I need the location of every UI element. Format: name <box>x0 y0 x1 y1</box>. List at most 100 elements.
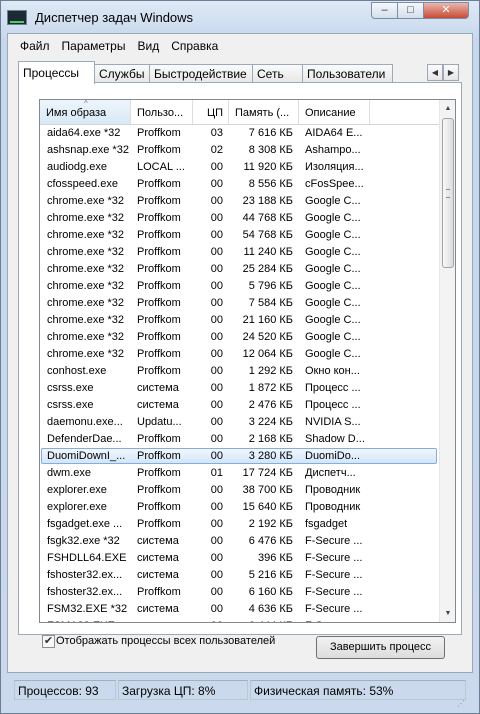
list-header: ^ Имя образа Пользо... ЦП Память (... Оп… <box>40 100 439 125</box>
column-cpu[interactable]: ЦП <box>193 100 229 124</box>
process-user: Proffkom <box>137 365 181 377</box>
process-cpu: 00 <box>210 518 223 530</box>
process-memory: 24 520 КБ <box>242 331 293 343</box>
tab-strip: Процессы Службы Быстродействие Сеть Поль… <box>18 61 468 84</box>
process-user: Proffkom <box>137 450 181 462</box>
table-row[interactable]: conhost.exe Proffkom 00 1 292 КБ Окно кон... <box>40 363 439 380</box>
process-cpu: 00 <box>210 365 223 377</box>
table-row[interactable]: chrome.exe *32 Proffkom 00 44 768 КБ Google … <box>40 210 439 227</box>
tab-services[interactable]: Службы <box>94 64 150 83</box>
table-row[interactable]: chrome.exe *32 Proffkom 00 23 188 КБ Google … <box>40 193 439 210</box>
process-cpu: 00 <box>210 603 223 615</box>
table-row[interactable]: fshoster32.ex... система 00 5 216 КБ F-Secur… <box>40 567 439 584</box>
table-row[interactable]: chrome.exe *32 Proffkom 00 24 520 КБ Google … <box>40 329 439 346</box>
resize-grip-icon[interactable]: ⋰ <box>457 699 471 709</box>
process-cpu: 00 <box>210 450 223 462</box>
table-row[interactable]: chrome.exe *32 Proffkom 00 21 160 КБ Google … <box>40 312 439 329</box>
process-description: Google C... <box>305 246 361 258</box>
scroll-up-icon[interactable]: ▲ <box>440 100 455 117</box>
process-description: Google C... <box>305 280 361 292</box>
show-all-users-checkbox[interactable]: ✔ <box>42 635 55 648</box>
process-cpu: 02 <box>210 144 223 156</box>
process-description: NVIDIA S... <box>305 416 361 428</box>
process-memory: 44 768 КБ <box>242 212 293 224</box>
menu-view[interactable]: Вид <box>131 37 165 53</box>
process-memory: 11 920 КБ <box>243 161 293 173</box>
table-row[interactable]: chrome.exe *32 Proffkom 00 7 584 КБ Google C… <box>40 295 439 312</box>
column-description[interactable]: Описание <box>299 100 370 124</box>
process-name: chrome.exe *32 <box>47 246 125 258</box>
process-cpu: 00 <box>210 229 223 241</box>
table-row[interactable]: audiodg.exe LOCAL ... 00 11 920 КБ Изоляция.… <box>40 159 439 176</box>
process-cpu: 00 <box>210 382 223 394</box>
table-row[interactable]: aida64.exe *32 Proffkom 03 7 616 КБ AIDA64 E… <box>40 125 439 142</box>
table-row[interactable]: csrss.exe система 00 2 476 КБ Процесс ... <box>40 397 439 414</box>
process-user: система <box>137 552 179 564</box>
minimize-button[interactable]: – <box>371 2 398 19</box>
end-process-button[interactable]: Завершить процесс <box>316 636 445 659</box>
process-name: aida64.exe *32 <box>47 127 121 139</box>
table-row[interactable]: DefenderDae... Proffkom 00 2 168 КБ Shadow D… <box>40 431 439 448</box>
column-image-name[interactable]: ^ Имя образа <box>40 100 131 124</box>
tab-users[interactable]: Пользователи <box>302 64 393 83</box>
table-row[interactable]: dwm.exe Proffkom 01 17 724 КБ Диспетч... <box>40 465 439 482</box>
table-row[interactable]: cfosspeed.exe Proffkom 00 8 556 КБ cFosSpee.… <box>40 176 439 193</box>
column-user[interactable]: Пользо... <box>131 100 193 124</box>
process-name: cfosspeed.exe <box>47 178 118 190</box>
process-user: система <box>137 535 179 547</box>
process-cpu: 03 <box>210 127 223 139</box>
process-description: Google C... <box>305 195 361 207</box>
process-description: Процесс ... <box>305 382 361 394</box>
table-row[interactable]: chrome.exe *32 Proffkom 00 11 240 КБ Google … <box>40 244 439 261</box>
process-name: conhost.exe <box>47 365 107 377</box>
table-row[interactable]: ashsnap.exe *32 Proffkom 02 8 308 КБ Ashampo… <box>40 142 439 159</box>
table-row[interactable]: explorer.exe Proffkom 00 15 640 КБ Проводник <box>40 499 439 516</box>
process-user: Proffkom <box>137 484 181 496</box>
table-row[interactable]: chrome.exe *32 Proffkom 00 5 796 КБ Google C… <box>40 278 439 295</box>
table-row[interactable]: fsgadget.exe ... Proffkom 00 2 192 КБ fsgadg… <box>40 516 439 533</box>
process-description: Google C... <box>305 331 361 343</box>
menu-options[interactable]: Параметры <box>56 37 132 53</box>
table-row[interactable]: chrome.exe *32 Proffkom 00 12 064 КБ Google … <box>40 346 439 363</box>
table-row[interactable]: daemonu.exe... Updatu... 00 3 224 КБ NVIDIA … <box>40 414 439 431</box>
process-name: chrome.exe *32 <box>47 195 125 207</box>
tab-scroll-right-icon[interactable]: ▶ <box>443 64 459 81</box>
scroll-thumb[interactable] <box>442 118 454 268</box>
table-row[interactable]: FSMA32.EXE ... система00 6 444 КБ F-Secure … <box>40 618 439 622</box>
process-description: F-Secure ... <box>305 586 363 598</box>
table-row[interactable]: FSM32.EXE *32 система 00 4 636 КБ F-Secure .… <box>40 601 439 618</box>
process-name: chrome.exe *32 <box>47 297 125 309</box>
column-memory[interactable]: Память (... <box>229 100 299 124</box>
tab-scroll-left-icon[interactable]: ◀ <box>427 64 443 81</box>
process-user: Proffkom <box>137 348 181 360</box>
tab-network[interactable]: Сеть <box>252 64 303 83</box>
table-row[interactable]: csrss.exe система 00 1 872 КБ Процесс ... <box>40 380 439 397</box>
scroll-down-icon[interactable]: ▼ <box>440 605 455 622</box>
table-row[interactable]: FSHDLL64.EXE система 00 396 КБ F-Secure ... <box>40 550 439 567</box>
table-row[interactable]: fshoster32.ex... Proffkom 00 6 160 КБ F-Secu… <box>40 584 439 601</box>
process-memory: 8 556 КБ <box>248 178 293 190</box>
table-row[interactable]: explorer.exe Proffkom 00 38 700 КБ Проводник <box>40 482 439 499</box>
process-name: daemonu.exe... <box>47 416 123 428</box>
process-cpu: 00 <box>210 501 223 513</box>
vertical-scrollbar[interactable]: ▲ ▼ <box>439 100 455 622</box>
table-row[interactable]: fsgk32.exe *32 система 00 6 476 КБ F-Secure … <box>40 533 439 550</box>
process-cpu: 00 <box>210 161 223 173</box>
title-bar[interactable]: Диспетчер задач Windows – □ ✕ <box>1 1 479 33</box>
table-row[interactable]: chrome.exe *32 Proffkom 00 54 768 КБ Google … <box>40 227 439 244</box>
process-cpu: 00 <box>210 416 223 428</box>
menu-help[interactable]: Справка <box>165 37 224 53</box>
process-memory: 7 584 КБ <box>248 297 293 309</box>
table-row[interactable]: chrome.exe *32 Proffkom 00 25 284 КБ Google … <box>40 261 439 278</box>
process-memory: 6 160 КБ <box>248 586 293 598</box>
process-user: LOCAL ... <box>137 161 185 173</box>
tab-performance[interactable]: Быстродействие <box>149 64 253 83</box>
process-cpu: 00 <box>210 399 223 411</box>
close-button[interactable]: ✕ <box>423 2 469 19</box>
maximize-button[interactable]: □ <box>397 2 424 19</box>
tab-processes[interactable]: Процессы <box>18 61 95 84</box>
process-memory: 54 768 КБ <box>242 229 293 241</box>
table-row[interactable]: DuomiDownI_... Proffkom 00 3 280 КБ DuomiDo.… <box>40 448 439 465</box>
process-user: система <box>137 603 179 615</box>
menu-file[interactable]: Файл <box>14 37 56 53</box>
